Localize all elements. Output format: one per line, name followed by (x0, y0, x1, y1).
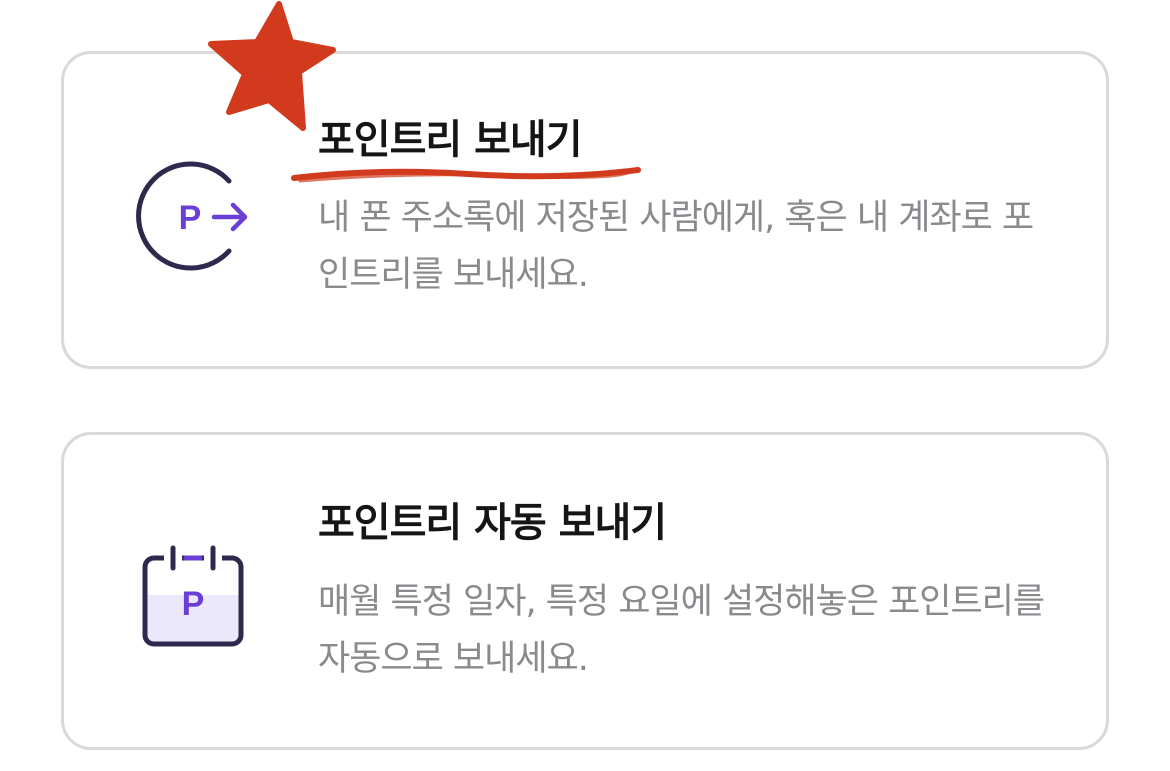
card-title: 포인트리 보내기 (318, 117, 583, 163)
card-description: 내 폰 주소록에 저장된 사람에게, 혹은 내 계좌로 포인트리를 보내세요. (318, 198, 1034, 295)
card-title: 포인트리 자동 보내기 (318, 500, 667, 546)
auto-send-points-card[interactable]: P 포인트리 자동 보내기 매월 특정 일자, 특정 요일에 설정해놓은 포인트… (61, 432, 1109, 750)
calendar-points-icon: P (134, 538, 252, 656)
send-points-card[interactable]: P 포인트리 보내기 내 폰 주소록에 저장된 사람에게, 혹은 내 계좌로 포… (61, 51, 1109, 369)
icon-letter: P (179, 199, 202, 237)
card-description: 매월 특정 일자, 특정 요일에 설정해놓은 포인트리를 자동으로 보내세요. (318, 582, 1045, 679)
icon-letter: P (182, 585, 205, 623)
send-points-arrow-icon: P (134, 157, 252, 275)
